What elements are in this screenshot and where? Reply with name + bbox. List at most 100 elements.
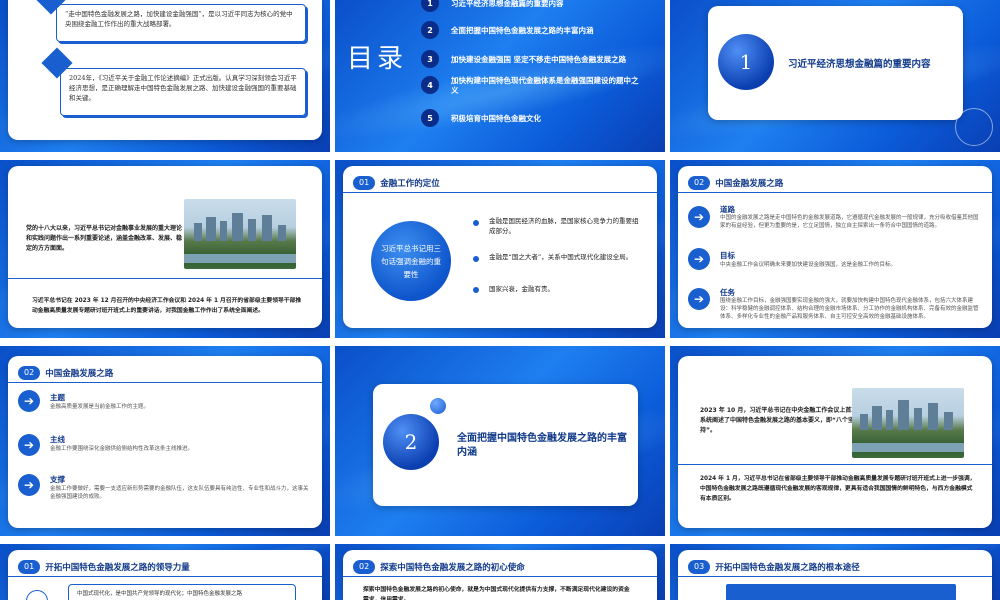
item-text: 金融工作要围绕深化金融供给侧结构性改革这条主线推进。 bbox=[50, 446, 194, 452]
header-title: 开拓中国特色金融发展之路的根本途径 bbox=[715, 563, 860, 573]
slide-10-card: 01 开拓中国特色金融发展之路的领导力量 中国式现代化，是中国共产党领导的现代化… bbox=[8, 550, 322, 600]
header-title: 开拓中国特色金融发展之路的领导力量 bbox=[45, 563, 190, 573]
slide-9-card: 2023 年 10 月，习近平总书记在中央金融工作会议上首次系统阐述了中国特色金… bbox=[678, 356, 992, 528]
point-text: 金融是“国之大者”，关系中国式现代化建设全局。 bbox=[489, 253, 633, 261]
slide-11[interactable]: 02 探索中国特色金融发展之路的初心使命 探索中国特色金融发展之路的初心使命，就… bbox=[335, 544, 665, 600]
toc-num: 3 bbox=[421, 50, 439, 68]
deco-circle bbox=[955, 108, 993, 146]
item-text: 金融工作要做好，需要一支适应新形势需要的金融队伍，这支队伍要具有纯洁性、专业性和… bbox=[50, 486, 309, 500]
header-line bbox=[678, 576, 992, 577]
header-number: 02 bbox=[18, 366, 41, 380]
slide-11-card: 02 探索中国特色金融发展之路的初心使命 探索中国特色金融发展之路的初心使命，就… bbox=[343, 550, 657, 600]
toc-num: 5 bbox=[421, 109, 439, 127]
content-text: 探索中国特色金融发展之路的初心使命，就是为中国式现代化提供有力支撑，不断满足现代… bbox=[363, 587, 630, 600]
deco-dot bbox=[430, 398, 446, 414]
section-card: 1 习近平经济思想金融篇的重要内容 bbox=[708, 6, 963, 120]
slide-6-card: 02 中国金融发展之路 ➔ 道路 中国的金融发展之路是走中国特色的金融发展道路，… bbox=[678, 166, 992, 328]
header-line bbox=[678, 192, 992, 193]
slide-1[interactable]: “走中国特色金融发展之路，加快建设金融强国”，是以习近平同志为核心的党中央围绕金… bbox=[0, 0, 330, 152]
point-text: 金融是国民经济的血脉，是国家核心竞争力的重要组成部分。 bbox=[489, 217, 639, 235]
arrow-right-icon: ➔ bbox=[688, 248, 710, 270]
header-title: 中国金融发展之路 bbox=[715, 179, 784, 189]
toc-item[interactable]: 1 习近平经济思想金融篇的重要内容 bbox=[421, 0, 564, 12]
text-2: 习近平总书记在 2023 年 12 月召开的中央经济工作会议和 2024 年 1… bbox=[32, 298, 302, 314]
section-number-circle: 2 bbox=[383, 414, 439, 470]
section-card: 2 全面把握中国特色金融发展之路的丰富内涵 bbox=[373, 384, 638, 506]
arrow-right-icon: ➔ bbox=[18, 434, 40, 456]
header-number: 01 bbox=[18, 560, 41, 574]
bullet-dot-icon bbox=[473, 256, 479, 262]
toc-item[interactable]: 5 积极培育中国特色金融文化 bbox=[421, 109, 541, 127]
slide-3[interactable]: 1 习近平经济思想金融篇的重要内容 bbox=[670, 0, 1000, 152]
toc-item[interactable]: 3 加快建设金融强国 坚定不移走中国特色金融发展之路 bbox=[421, 50, 626, 68]
highlight-circle: 习近平总书记用三句话强调金融的重要性 bbox=[371, 221, 451, 301]
content-text: 中国式现代化，是中国共产党领导的现代化；中国特色金融发展之路 bbox=[77, 591, 243, 597]
paragraph-1: “走中国特色金融发展之路，加快建设金融强国”，是以习近平同志为核心的党中央围绕金… bbox=[65, 10, 293, 28]
slide-5-card: 01 金融工作的定位 习近平总书记用三句话强调金融的重要性 金融是国民经济的血脉… bbox=[343, 166, 657, 328]
item-title: 支撑 bbox=[50, 475, 65, 484]
header-title: 中国金融发展之路 bbox=[45, 369, 114, 379]
header-line bbox=[343, 192, 657, 193]
header-line bbox=[343, 576, 657, 577]
slide-1-card: “走中国特色金融发展之路，加快建设金融强国”，是以习近平同志为核心的党中央围绕金… bbox=[8, 0, 322, 140]
section-number: 2 bbox=[404, 430, 418, 454]
text-2: 2024 年 1 月，习近平总书记在省部级主要领导干部推动金融高质量发展专题研讨… bbox=[700, 476, 976, 502]
header-title: 探索中国特色金融发展之路的初心使命 bbox=[380, 563, 525, 573]
badge-icon bbox=[26, 590, 48, 600]
slide-12[interactable]: 03 开拓中国特色金融发展之路的根本途径 bbox=[670, 544, 1000, 600]
bullet-dot-icon bbox=[473, 287, 479, 293]
section-title: 习近平经济思想金融篇的重要内容 bbox=[788, 59, 931, 70]
slide-7-card: 02 中国金融发展之路 ➔ 主题 金融高质量发展是当前金融工作的主题。 ➔ 主线… bbox=[8, 356, 322, 528]
item-text: 中央金融工作会议明确未来要加快建设金融强国，这是金融工作的目标。 bbox=[720, 262, 897, 268]
text-box-1: “走中国特色金融发展之路，加快建设金融强国”，是以习近平同志为核心的党中央围绕金… bbox=[56, 4, 306, 42]
slide-5[interactable]: 01 金融工作的定位 习近平总书记用三句话强调金融的重要性 金融是国民经济的血脉… bbox=[335, 160, 665, 338]
section-title: 全面把握中国特色金融发展之路的丰富内涵 bbox=[457, 433, 627, 458]
toc-label: 习近平经济思想金融篇的重要内容 bbox=[451, 0, 564, 8]
content-box: 中国式现代化，是中国共产党领导的现代化；中国特色金融发展之路 bbox=[68, 584, 296, 600]
header-line bbox=[8, 576, 322, 577]
toc-num: 4 bbox=[421, 76, 439, 94]
toc-num: 1 bbox=[421, 0, 439, 12]
city-photo bbox=[184, 199, 296, 269]
divider bbox=[678, 464, 992, 465]
slide-7[interactable]: 02 中国金融发展之路 ➔ 主题 金融高质量发展是当前金融工作的主题。 ➔ 主线… bbox=[0, 346, 330, 536]
content-banner bbox=[726, 584, 956, 600]
divider bbox=[8, 278, 322, 279]
arrow-right-icon: ➔ bbox=[18, 390, 40, 412]
header-line bbox=[8, 382, 322, 383]
point-item: 金融是国民经济的血脉，是国家核心竞争力的重要组成部分。 bbox=[473, 216, 643, 236]
bullet-dot-icon bbox=[473, 220, 479, 226]
header-number: 02 bbox=[688, 176, 711, 190]
slide-10[interactable]: 01 开拓中国特色金融发展之路的领导力量 中国式现代化，是中国共产党领导的现代化… bbox=[0, 544, 330, 600]
header-title: 金融工作的定位 bbox=[380, 179, 440, 189]
toc-num: 2 bbox=[421, 21, 439, 39]
item-text: 金融高质量发展是当前金融工作的主题。 bbox=[50, 404, 150, 410]
slide-2[interactable]: 目录 1 习近平经济思想金融篇的重要内容 2 全面把握中国特色金融发展之路的丰富… bbox=[335, 0, 665, 152]
point-item: 国家兴衰，金融有责。 bbox=[473, 284, 643, 294]
slide-9[interactable]: 2023 年 10 月，习近平总书记在中央金融工作会议上首次系统阐述了中国特色金… bbox=[670, 346, 1000, 536]
toc-label: 加快构建中国特色现代金融体系是金融强国建设的题中之义 bbox=[451, 76, 639, 95]
arrow-right-icon: ➔ bbox=[688, 288, 710, 310]
toc-title: 目录 bbox=[347, 44, 408, 74]
slide-8[interactable]: 2 全面把握中国特色金融发展之路的丰富内涵 bbox=[335, 346, 665, 536]
item-title: 目标 bbox=[720, 251, 735, 260]
slide-4-card: 党的十八大以来，习近平总书记对金融事业发展的重大理论和实践问题作出一系列重要论述… bbox=[8, 166, 322, 328]
point-item: 金融是“国之大者”，关系中国式现代化建设全局。 bbox=[473, 252, 643, 262]
header-number: 02 bbox=[353, 560, 376, 574]
highlight-text: 习近平总书记用三句话强调金融的重要性 bbox=[381, 243, 441, 279]
slide-12-card: 03 开拓中国特色金融发展之路的根本途径 bbox=[678, 550, 992, 600]
toc-item[interactable]: 2 全面把握中国特色金融发展之路的丰富内涵 bbox=[421, 21, 594, 39]
slide-4[interactable]: 党的十八大以来，习近平总书记对金融事业发展的重大理论和实践问题作出一系列重要论述… bbox=[0, 160, 330, 338]
toc-item[interactable]: 4 加快构建中国特色现代金融体系是金融强国建设的题中之义 bbox=[421, 76, 641, 96]
section-number: 1 bbox=[739, 50, 753, 74]
slide-6[interactable]: 02 中国金融发展之路 ➔ 道路 中国的金融发展之路是走中国特色的金融发展道路，… bbox=[670, 160, 1000, 338]
text-1: 2023 年 10 月，习近平总书记在中央金融工作会议上首次系统阐述了中国特色金… bbox=[700, 407, 858, 434]
toc-label: 全面把握中国特色金融发展之路的丰富内涵 bbox=[451, 25, 594, 35]
item-text: 中国的金融发展之路是走中国特色的金融发展道路，它遵循现代金融发展的一般规律，充分… bbox=[720, 215, 979, 229]
header-number: 03 bbox=[688, 560, 711, 574]
item-title: 主线 bbox=[50, 435, 65, 444]
city-photo bbox=[852, 388, 964, 458]
text-1: 党的十八大以来，习近平总书记对金融事业发展的重大理论和实践问题作出一系列重要论述… bbox=[26, 225, 183, 252]
paragraph-2: 2024年，《习近平关于金融工作论述摘编》正式出版。认真学习深刻领会习近平经济思… bbox=[69, 74, 297, 102]
arrow-right-icon: ➔ bbox=[18, 474, 40, 496]
